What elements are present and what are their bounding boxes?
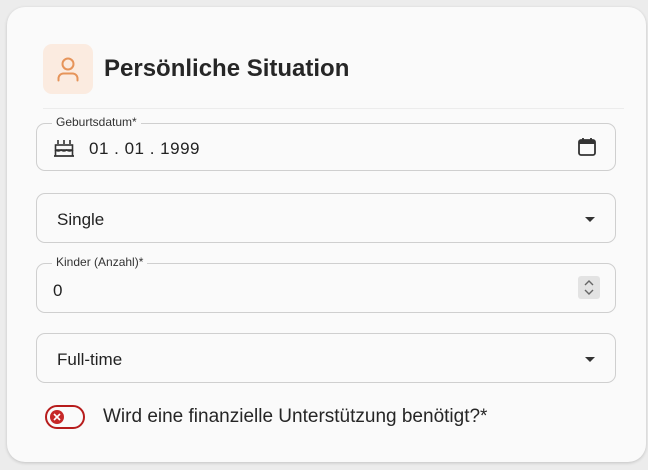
stepper-icon[interactable] (578, 276, 600, 299)
marital-status-select[interactable]: Single (36, 193, 616, 243)
children-count-value[interactable]: 0 (53, 281, 62, 301)
chevron-down-icon (585, 217, 595, 222)
support-toggle-label: Wird eine finanzielle Unterstützung benö… (103, 406, 488, 427)
marital-status-value: Single (57, 210, 105, 229)
calendar-icon[interactable] (578, 137, 596, 162)
employment-select[interactable]: Full-time (36, 333, 616, 383)
support-toggle-row: Wird eine finanzielle Unterstützung benö… (45, 405, 487, 429)
user-icon (43, 44, 93, 94)
birthdate-value[interactable]: 01 . 01 . 1999 (89, 139, 200, 159)
birthdate-field[interactable]: Geburtsdatum* 01 . 01 . 1999 (36, 115, 616, 171)
chevron-down-icon (585, 357, 595, 362)
support-toggle[interactable] (45, 405, 85, 429)
birthdate-label: Geburtsdatum* (52, 115, 141, 129)
children-count-field[interactable]: Kinder (Anzahl)* 0 (36, 255, 616, 313)
section-header: Persönliche Situation (43, 44, 349, 94)
children-count-label: Kinder (Anzahl)* (52, 255, 148, 269)
employment-value: Full-time (57, 350, 123, 369)
close-icon (50, 410, 64, 424)
header-divider (43, 108, 624, 109)
cake-icon (53, 138, 75, 163)
section-title: Persönliche Situation (104, 55, 350, 82)
